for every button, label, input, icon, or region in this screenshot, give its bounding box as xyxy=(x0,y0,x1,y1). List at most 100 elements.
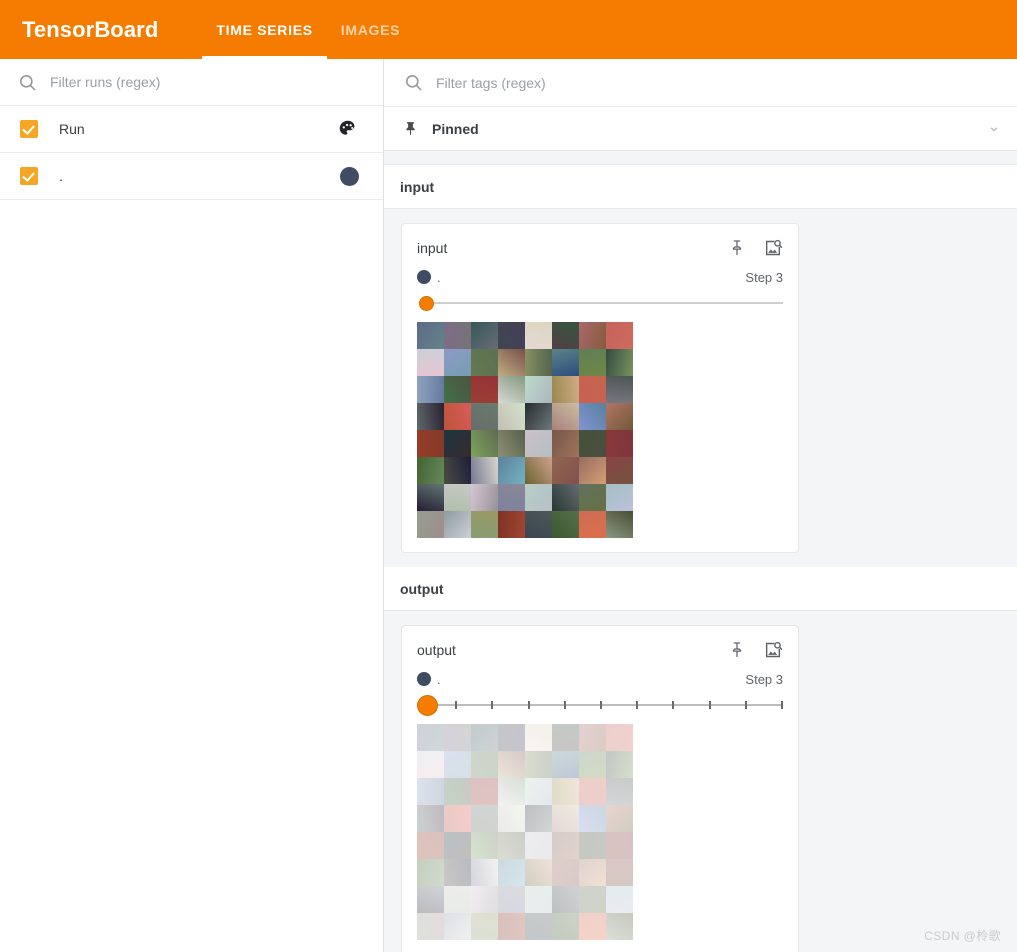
slider-tick xyxy=(780,701,783,709)
pinned-section-header[interactable]: Pinned xyxy=(384,107,1017,151)
image-thumbnail xyxy=(606,724,633,751)
image-thumbnail xyxy=(417,349,444,376)
pinned-empty-strip xyxy=(384,151,1017,165)
image-thumbnail xyxy=(579,805,606,832)
image-search-icon[interactable] xyxy=(763,238,783,258)
slider-tick xyxy=(455,701,458,709)
pin-icon[interactable] xyxy=(727,640,747,660)
image-thumbnail xyxy=(525,805,552,832)
step-slider-output[interactable] xyxy=(417,694,783,716)
image-thumbnail xyxy=(444,430,471,457)
run-filter-input[interactable] xyxy=(50,74,367,90)
image-thumbnail xyxy=(444,859,471,886)
image-thumbnail xyxy=(525,511,552,538)
image-thumbnail xyxy=(471,457,498,484)
slider-thumb[interactable] xyxy=(419,296,434,311)
image-thumbnail xyxy=(498,859,525,886)
image-thumbnail xyxy=(579,886,606,913)
image-thumbnail xyxy=(525,859,552,886)
image-preview-grid xyxy=(417,724,633,940)
image-thumbnail xyxy=(471,724,498,751)
image-thumbnail xyxy=(525,751,552,778)
run-checkbox[interactable] xyxy=(20,167,38,185)
image-thumbnail xyxy=(525,484,552,511)
slider-tick xyxy=(563,701,566,709)
image-thumbnail xyxy=(498,805,525,832)
image-thumbnail xyxy=(471,859,498,886)
image-thumbnail xyxy=(552,430,579,457)
image-thumbnail xyxy=(444,322,471,349)
chevron-down-icon[interactable] xyxy=(989,124,999,134)
run-color-dot[interactable] xyxy=(340,166,359,186)
image-thumbnail xyxy=(417,403,444,430)
image-thumbnail xyxy=(471,349,498,376)
image-thumbnail xyxy=(579,376,606,403)
image-thumbnail xyxy=(471,805,498,832)
image-thumbnail xyxy=(579,913,606,940)
image-thumbnail xyxy=(417,322,444,349)
image-thumbnail xyxy=(606,859,633,886)
tag-group-header-output[interactable]: output xyxy=(384,567,1017,611)
image-thumbnail xyxy=(606,484,633,511)
pin-icon[interactable] xyxy=(727,238,747,258)
app-brand-title: TensorBoard xyxy=(22,16,159,42)
image-thumbnail xyxy=(498,484,525,511)
run-checkbox[interactable] xyxy=(20,120,38,138)
step-slider-input[interactable] xyxy=(417,292,783,314)
image-thumbnail xyxy=(444,913,471,940)
image-thumbnail xyxy=(525,349,552,376)
image-thumbnail xyxy=(498,322,525,349)
tab-images-label: IMAGES xyxy=(340,21,401,38)
image-thumbnail xyxy=(498,778,525,805)
image-thumbnail xyxy=(579,751,606,778)
image-thumbnail xyxy=(552,484,579,511)
image-thumbnail xyxy=(552,913,579,940)
image-thumbnail xyxy=(552,832,579,859)
image-thumbnail xyxy=(525,832,552,859)
image-thumbnail xyxy=(579,484,606,511)
image-thumbnail xyxy=(606,805,633,832)
run-label: Run xyxy=(59,121,85,137)
image-thumbnail xyxy=(444,511,471,538)
image-thumbnail xyxy=(444,349,471,376)
image-thumbnail xyxy=(417,832,444,859)
image-thumbnail xyxy=(606,403,633,430)
run-row-run[interactable]: Run xyxy=(0,106,383,153)
tab-time-series[interactable]: TIME SERIES xyxy=(202,0,328,59)
tag-filter-row xyxy=(384,59,1017,107)
tag-group-header-input[interactable]: input xyxy=(384,165,1017,209)
image-thumbnail xyxy=(498,511,525,538)
image-thumbnail xyxy=(498,430,525,457)
tab-images[interactable]: IMAGES xyxy=(327,0,414,59)
image-thumbnail xyxy=(579,832,606,859)
image-thumbnail xyxy=(525,886,552,913)
image-card-header: input xyxy=(417,237,783,259)
image-thumbnail xyxy=(444,886,471,913)
tag-filter-input[interactable] xyxy=(436,74,1001,91)
run-row-dot[interactable]: . xyxy=(0,153,383,200)
image-thumbnail xyxy=(552,805,579,832)
image-thumbnail xyxy=(525,913,552,940)
image-card-step-label: Step 3 xyxy=(745,269,783,285)
palette-icon[interactable] xyxy=(337,118,359,140)
image-search-icon[interactable] xyxy=(763,640,783,660)
image-thumbnail xyxy=(498,403,525,430)
image-thumbnail xyxy=(579,724,606,751)
image-thumbnail xyxy=(417,484,444,511)
image-thumbnail xyxy=(498,751,525,778)
image-card-title: input xyxy=(417,240,448,256)
slider-tick xyxy=(599,701,602,709)
slider-thumb[interactable] xyxy=(417,695,438,716)
slider-track xyxy=(419,302,783,304)
image-thumbnail xyxy=(606,511,633,538)
image-thumbnail xyxy=(579,457,606,484)
image-thumbnail xyxy=(552,349,579,376)
main-body: Run . Pin xyxy=(0,59,1017,952)
image-thumbnail xyxy=(606,913,633,940)
run-color-dot xyxy=(417,672,431,686)
image-thumbnail xyxy=(417,376,444,403)
image-thumbnail xyxy=(552,751,579,778)
image-thumbnail xyxy=(579,778,606,805)
main-tabs: TIME SERIES IMAGES xyxy=(202,0,414,59)
runs-sidebar: Run . xyxy=(0,59,384,952)
